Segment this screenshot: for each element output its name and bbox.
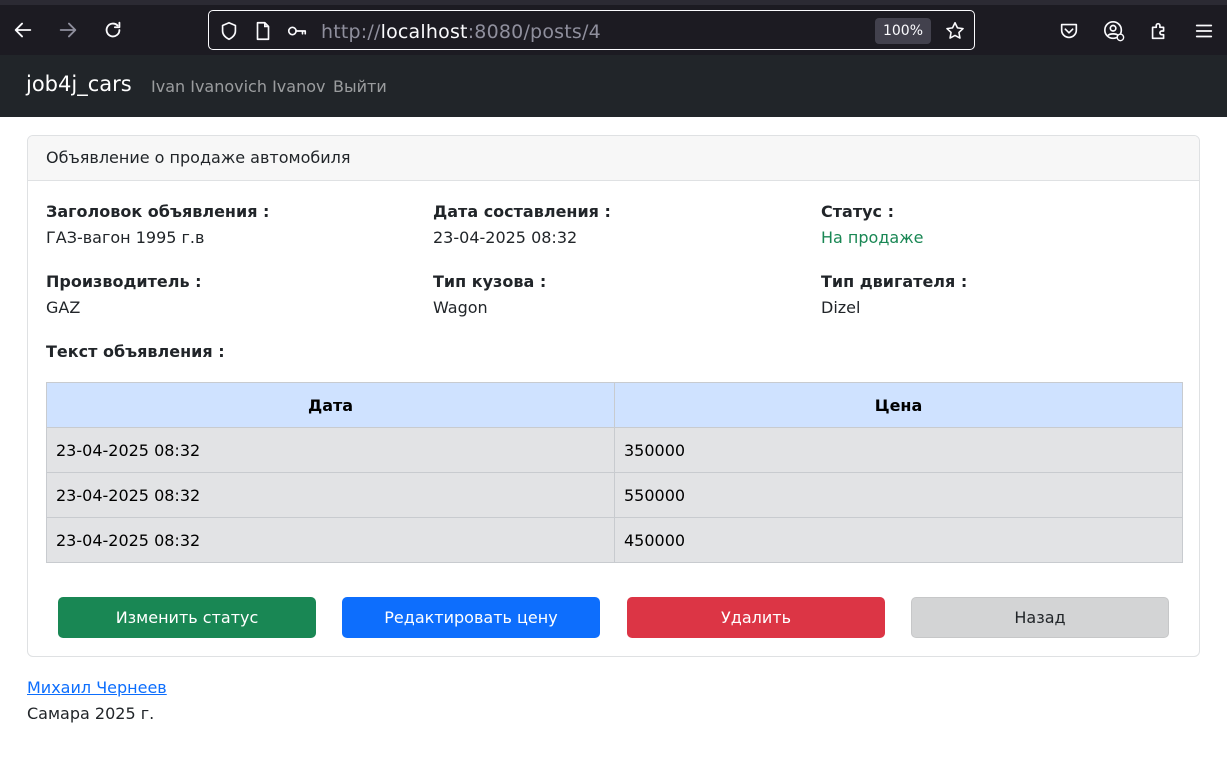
field-label: Производитель : [46, 272, 202, 291]
post-card: Объявление о продаже автомобиля Заголово… [27, 135, 1200, 657]
reload-icon[interactable] [91, 5, 135, 55]
field-value: Dizel [821, 298, 861, 317]
field-value: GAZ [46, 298, 81, 317]
card-header: Объявление о продаже автомобиля [28, 136, 1199, 181]
change-status-button[interactable]: Изменить статус [58, 597, 316, 638]
brand-link[interactable]: job4j_cars [26, 72, 132, 96]
field-value: Wagon [433, 298, 488, 317]
menu-icon[interactable] [1193, 20, 1215, 42]
forward-arrow-icon[interactable] [46, 5, 90, 55]
extensions-icon[interactable] [1148, 20, 1170, 42]
field-body-type: Тип кузова : Wagon [433, 272, 793, 317]
logout-link[interactable]: Выйти [333, 77, 387, 96]
edit-price-button[interactable]: Редактировать цену [342, 597, 600, 638]
field-label: Заголовок объявления : [46, 202, 270, 221]
table-cell-date: 23-04-2025 08:32 [46, 517, 615, 563]
field-label: Тип двигателя : [821, 272, 968, 291]
table-cell-price: 350000 [614, 427, 1183, 473]
url-rest: :8080/posts/4 [467, 21, 601, 43]
account-icon[interactable] [1103, 20, 1125, 42]
field-engine-type: Тип двигателя : Dizel [821, 272, 1181, 317]
field-date: Дата составления : 23-04-2025 08:32 [433, 202, 793, 247]
zoom-badge[interactable]: 100% [875, 18, 931, 44]
user-name-link[interactable]: Ivan Ivanovich Ivanov [151, 77, 325, 96]
table-row: 23-04-2025 08:32 550000 [46, 472, 1183, 518]
field-value: ГАЗ-вагон 1995 г.в [46, 228, 205, 247]
field-label: Статус : [821, 202, 894, 221]
column-header-price: Цена [614, 382, 1183, 428]
table-cell-price: 450000 [614, 517, 1183, 563]
shield-icon[interactable] [218, 20, 240, 42]
table-row: 23-04-2025 08:32 450000 [46, 517, 1183, 563]
field-description: Текст объявления : [46, 342, 406, 368]
page-icon[interactable] [252, 20, 274, 42]
field-maker: Производитель : GAZ [46, 272, 406, 317]
column-header-date: Дата [46, 382, 615, 428]
app-navbar: job4j_cars Ivan Ivanovich Ivanov Выйти [0, 55, 1227, 117]
field-label: Тип кузова : [433, 272, 547, 291]
url-text[interactable]: http://localhost:8080/posts/4 [321, 21, 601, 43]
author-link[interactable]: Михаил Чернеев [27, 678, 167, 697]
table-cell-price: 550000 [614, 472, 1183, 518]
url-prefix: http:// [321, 21, 381, 43]
status-value: На продаже [821, 228, 924, 247]
field-title: Заголовок объявления : ГАЗ-вагон 1995 г.… [46, 202, 406, 247]
table-row: 23-04-2025 08:32 350000 [46, 427, 1183, 473]
url-host: localhost [380, 21, 468, 43]
key-icon[interactable] [286, 20, 308, 42]
back-button[interactable]: Назад [911, 597, 1169, 638]
delete-button[interactable]: Удалить [627, 597, 885, 638]
field-value: 23-04-2025 08:32 [433, 228, 578, 247]
field-status: Статус : На продаже [821, 202, 1181, 247]
table-cell-date: 23-04-2025 08:32 [46, 472, 615, 518]
table-cell-date: 23-04-2025 08:32 [46, 427, 615, 473]
table-header-row: Дата Цена [46, 382, 1183, 428]
star-icon[interactable] [944, 20, 966, 42]
field-label: Дата составления : [433, 202, 611, 221]
field-label: Текст объявления : [46, 342, 225, 361]
footer-city-year: Самара 2025 г. [27, 704, 155, 723]
pocket-icon[interactable] [1058, 20, 1080, 42]
browser-toolbar: http://localhost:8080/posts/4 100% [0, 0, 1227, 55]
address-bar[interactable]: http://localhost:8080/posts/4 100% [208, 10, 975, 50]
price-history-table: Дата Цена 23-04-2025 08:32 350000 23-04-… [46, 382, 1183, 563]
back-arrow-icon[interactable] [1, 5, 45, 55]
